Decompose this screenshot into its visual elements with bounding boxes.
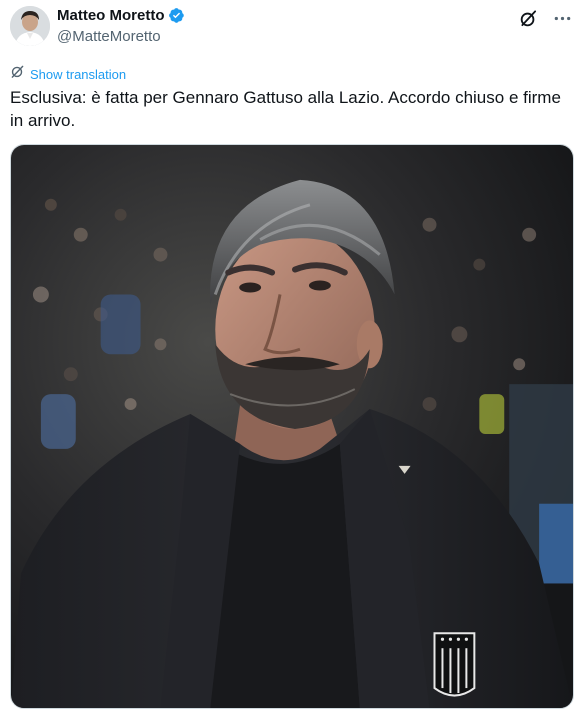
show-translation-link[interactable]: Show translation (10, 64, 126, 84)
grok-icon[interactable] (518, 8, 538, 28)
photo-image (11, 145, 573, 708)
show-translation-label: Show translation (30, 66, 127, 82)
avatar-image (10, 6, 50, 46)
media-photo[interactable] (10, 144, 574, 709)
tweet-text: Esclusiva: è fatta per Gennaro Gattuso a… (10, 88, 561, 130)
verified-badge-icon (168, 7, 185, 24)
tweet-card: Matteo Moretto @MatteMoretto Show transl… (0, 0, 586, 709)
tweet-top-actions (518, 8, 572, 28)
author-display-name[interactable]: Matteo Moretto (57, 7, 165, 24)
author-handle[interactable]: @MatteMoretto (57, 28, 161, 45)
author-name-row: Matteo Moretto (57, 7, 185, 24)
more-options-icon[interactable] (552, 8, 572, 28)
avatar[interactable] (10, 6, 50, 46)
translate-icon (10, 64, 25, 84)
